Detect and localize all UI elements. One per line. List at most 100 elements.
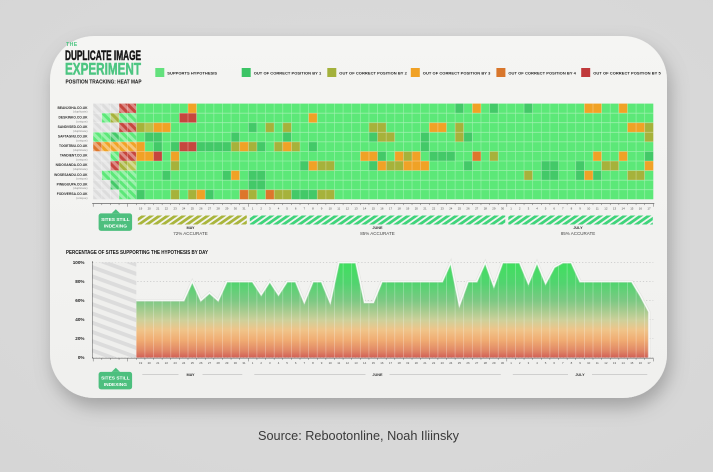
svg-text:26: 26 — [466, 207, 470, 211]
svg-text:MAY: MAY — [186, 226, 195, 230]
svg-text:11: 11 — [337, 207, 340, 211]
svg-text:30: 30 — [501, 361, 505, 365]
svg-text:16: 16 — [639, 361, 643, 365]
svg-text:12: 12 — [604, 207, 608, 211]
svg-text:(duplicate): (duplicate) — [73, 129, 87, 133]
svg-text:72% ACCURATE: 72% ACCURATE — [173, 231, 207, 236]
svg-text:SITES STILL: SITES STILL — [101, 376, 130, 382]
svg-text:20%: 20% — [75, 336, 84, 341]
svg-text:21: 21 — [156, 207, 160, 211]
svg-text:23: 23 — [173, 361, 177, 365]
svg-text:30: 30 — [501, 207, 505, 211]
svg-text:40%: 40% — [75, 317, 84, 322]
svg-text:100%: 100% — [73, 260, 85, 265]
svg-text:Source: Rebootonline, Noah Ili: Source: Rebootonline, Noah Iliinsky — [258, 429, 460, 443]
svg-text:23: 23 — [441, 207, 445, 211]
svg-text:10: 10 — [329, 361, 333, 365]
svg-text:OUT OF CORRECT POSITION BY 5: OUT OF CORRECT POSITION BY 5 — [593, 71, 661, 76]
svg-text:11: 11 — [596, 361, 599, 365]
svg-text:29: 29 — [492, 207, 496, 211]
svg-text:27: 27 — [208, 207, 212, 211]
svg-text:80%: 80% — [75, 279, 84, 284]
svg-text:17: 17 — [647, 361, 651, 365]
svg-text:16: 16 — [380, 361, 384, 365]
svg-text:(unique): (unique) — [76, 119, 87, 123]
svg-text:20: 20 — [415, 207, 419, 211]
svg-text:25: 25 — [191, 361, 195, 365]
svg-text:25: 25 — [458, 207, 462, 211]
svg-text:27: 27 — [475, 361, 479, 365]
svg-text:28: 28 — [216, 207, 220, 211]
svg-text:14: 14 — [363, 361, 367, 365]
svg-text:OUT OF CORRECT POSITION BY 2: OUT OF CORRECT POSITION BY 2 — [339, 71, 407, 76]
svg-text:14: 14 — [363, 207, 367, 211]
svg-text:19: 19 — [139, 207, 143, 211]
svg-text:17: 17 — [389, 207, 393, 211]
svg-text:12: 12 — [604, 361, 608, 365]
svg-text:30: 30 — [234, 361, 238, 365]
svg-text:MAY: MAY — [186, 373, 195, 377]
svg-text:29: 29 — [225, 207, 229, 211]
svg-text:OUT OF CORRECT POSITION BY 1: OUT OF CORRECT POSITION BY 1 — [254, 71, 322, 76]
svg-text:14: 14 — [621, 207, 625, 211]
svg-text:60%: 60% — [75, 298, 84, 303]
svg-text:19: 19 — [139, 361, 143, 365]
svg-text:19: 19 — [406, 361, 410, 365]
svg-text:POSITION TRACKING: HEAT MAP: POSITION TRACKING: HEAT MAP — [66, 79, 142, 85]
svg-text:22: 22 — [432, 207, 436, 211]
svg-text:22: 22 — [165, 361, 169, 365]
svg-text:OUT OF CORRECT POSITION BY 4: OUT OF CORRECT POSITION BY 4 — [508, 71, 576, 76]
svg-text:31: 31 — [242, 361, 246, 365]
svg-text:28: 28 — [484, 361, 488, 365]
svg-text:18: 18 — [397, 207, 401, 211]
svg-text:12: 12 — [346, 361, 350, 365]
svg-text:23: 23 — [173, 207, 177, 211]
svg-text:27: 27 — [208, 361, 212, 365]
svg-text:24: 24 — [182, 361, 186, 365]
svg-text:20: 20 — [148, 361, 152, 365]
svg-text:(duplicate): (duplicate) — [73, 148, 87, 152]
svg-text:(duplicate): (duplicate) — [73, 167, 87, 171]
svg-text:15: 15 — [372, 207, 376, 211]
svg-text:PERCENTAGE OF SITES SUPPORTING: PERCENTAGE OF SITES SUPPORTING THE HYPOT… — [66, 250, 208, 256]
svg-text:SITES STILL: SITES STILL — [101, 217, 130, 223]
svg-text:EXPERIMENT: EXPERIMENT — [65, 61, 141, 79]
svg-text:0%: 0% — [78, 355, 85, 360]
svg-text:(duplicate): (duplicate) — [73, 110, 87, 114]
svg-text:25: 25 — [458, 361, 462, 365]
svg-text:27: 27 — [475, 207, 479, 211]
svg-text:15: 15 — [372, 361, 376, 365]
svg-text:14: 14 — [621, 361, 625, 365]
svg-text:20: 20 — [148, 207, 152, 211]
svg-text:15: 15 — [630, 207, 634, 211]
svg-text:29: 29 — [225, 361, 229, 365]
svg-text:23: 23 — [441, 361, 445, 365]
svg-text:24: 24 — [449, 361, 453, 365]
svg-text:31: 31 — [242, 207, 246, 211]
svg-text:16: 16 — [639, 207, 643, 211]
svg-text:16: 16 — [380, 207, 384, 211]
svg-text:28: 28 — [216, 361, 220, 365]
svg-text:10: 10 — [587, 361, 591, 365]
svg-text:13: 13 — [613, 207, 617, 211]
svg-text:21: 21 — [423, 207, 427, 211]
svg-text:12: 12 — [346, 207, 350, 211]
svg-text:17: 17 — [647, 207, 651, 211]
svg-text:21: 21 — [156, 361, 160, 365]
svg-text:24: 24 — [449, 207, 453, 211]
svg-text:JULY: JULY — [573, 226, 583, 230]
svg-text:INDEXING: INDEXING — [104, 382, 127, 388]
svg-text:INDEXING: INDEXING — [104, 224, 127, 230]
svg-text:13: 13 — [613, 361, 617, 365]
svg-text:JULY: JULY — [575, 373, 585, 377]
svg-text:OUT OF CORRECT POSITION BY 3: OUT OF CORRECT POSITION BY 3 — [423, 71, 491, 76]
svg-text:22: 22 — [432, 361, 436, 365]
svg-text:JUNE: JUNE — [372, 226, 383, 230]
svg-text:SUPPORTS HYPOTHESIS: SUPPORTS HYPOTHESIS — [167, 71, 217, 76]
svg-text:17: 17 — [389, 361, 393, 365]
svg-text:(unique): (unique) — [76, 196, 87, 200]
svg-text:26: 26 — [199, 361, 203, 365]
svg-text:24: 24 — [182, 207, 186, 211]
svg-text:(unique): (unique) — [76, 177, 87, 181]
svg-text:11: 11 — [596, 207, 599, 211]
